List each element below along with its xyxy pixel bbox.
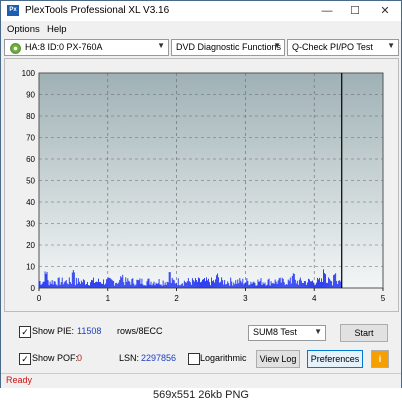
show-pof-checkbox[interactable]: ✓	[19, 353, 31, 365]
title-bar: Px PlexTools Professional XL V3.16 — ☐ ✕	[1, 1, 401, 21]
sum-test-select[interactable]: SUM8 Test ▼	[248, 325, 326, 341]
show-pof-label: Show POF:	[32, 353, 79, 363]
function-select[interactable]: DVD Diagnostic Functions ▼	[171, 39, 285, 56]
chevron-down-icon: ▼	[387, 41, 395, 50]
y-tick-label: 70	[26, 134, 35, 143]
y-tick-label: 90	[26, 91, 35, 100]
function-select-value: DVD Diagnostic Functions	[176, 42, 282, 52]
image-caption: 569x551 26kb PNG	[152, 389, 249, 401]
lsn-label: LSN:	[119, 353, 140, 363]
show-pie-label: Show PIE:	[32, 326, 75, 336]
x-tick-label: 2	[174, 294, 179, 303]
controls-panel: ✓ Show PIE: 11508 rows/8ECC SUM8 Test ▼ …	[1, 316, 401, 371]
show-pie-checkbox[interactable]: ✓	[19, 326, 31, 338]
view-log-button[interactable]: View Log	[256, 350, 300, 368]
chevron-down-icon: ▼	[157, 41, 165, 50]
chart-panel: 0 10 20 30 40 50 60 70 80 90 100 0 1 2 3 4 5	[4, 58, 399, 312]
plot-area	[38, 72, 384, 289]
menu-options[interactable]: Options	[7, 24, 40, 35]
info-icon[interactable]: i	[371, 350, 389, 368]
pi-po-chart: 0 10 20 30 40 50 60 70 80 90 100 0 1 2 3 4 5	[22, 69, 386, 303]
menu-help[interactable]: Help	[47, 24, 67, 35]
close-button[interactable]: ✕	[371, 3, 399, 19]
y-tick-label: 60	[26, 155, 35, 164]
maximize-button[interactable]: ☐	[341, 3, 369, 19]
logarithmic-checkbox[interactable]	[188, 353, 200, 365]
x-tick-label: 4	[312, 294, 317, 303]
minimize-button[interactable]: —	[313, 3, 341, 19]
x-tick-label: 5	[381, 294, 386, 303]
y-tick-label: 20	[26, 241, 35, 250]
logarithmic-label: Logarithmic	[200, 353, 247, 363]
y-tick-label: 50	[26, 177, 35, 186]
pof-value: 0	[77, 353, 83, 363]
menu-bar: Options Help	[1, 23, 401, 37]
test-select[interactable]: Q-Check PI/PO Test ▼	[287, 39, 399, 56]
x-tick-label: 1	[106, 294, 111, 303]
lsn-value: 2297856	[141, 353, 177, 363]
chevron-down-icon: ▼	[314, 327, 322, 336]
y-tick-label: 10	[26, 263, 35, 272]
y-tick-label: 0	[31, 284, 36, 293]
app-logo-icon: Px	[7, 5, 19, 16]
pie-unit: rows/8ECC	[117, 326, 163, 336]
chevron-down-icon: ▼	[273, 41, 281, 50]
drive-select-value: HA:8 ID:0 PX-760A	[25, 42, 103, 52]
toolbar: HA:8 ID:0 PX-760A ▼ DVD Diagnostic Funct…	[1, 38, 401, 58]
y-tick-label: 30	[26, 220, 35, 229]
pie-value: 11508	[77, 326, 102, 336]
test-select-value: Q-Check PI/PO Test	[292, 42, 373, 52]
status-bar: Ready	[1, 373, 401, 388]
start-button[interactable]: Start	[340, 324, 388, 342]
preferences-button[interactable]: Preferences	[307, 350, 363, 368]
x-tick-label: 3	[243, 294, 248, 303]
status-text: Ready	[6, 375, 33, 385]
y-tick-label: 100	[22, 69, 36, 78]
sum-test-value: SUM8 Test	[253, 327, 297, 337]
x-tick-label: 0	[37, 294, 42, 303]
app-window: Px PlexTools Professional XL V3.16 — ☐ ✕…	[0, 0, 402, 388]
drive-select[interactable]: HA:8 ID:0 PX-760A ▼	[4, 39, 169, 56]
window-title: PlexTools Professional XL V3.16	[25, 5, 170, 16]
y-tick-label: 80	[26, 112, 35, 121]
y-tick-label: 40	[26, 198, 35, 207]
disc-drive-icon	[10, 43, 21, 54]
